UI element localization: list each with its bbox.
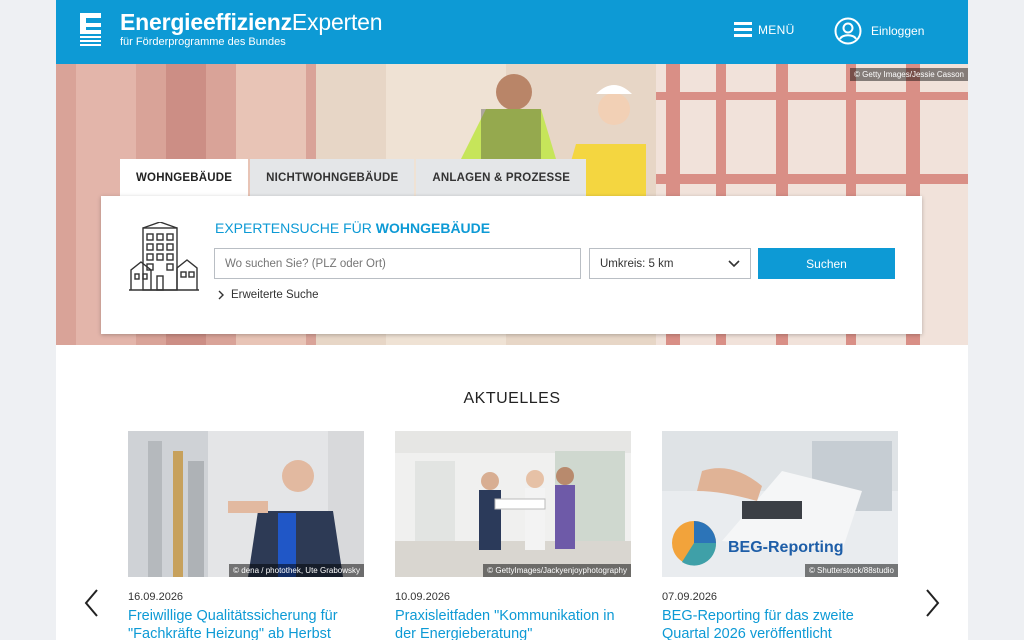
site-header: EnergieeffizienzExperten für Förderprogr… <box>56 0 968 64</box>
expert-search-panel: EXPERTENSUCHE FÜR WOHNGEBÄUDE Umkreis: 5… <box>101 196 922 334</box>
brand-title-bold: Energieeffizienz <box>120 9 292 35</box>
news-card-date: 10.09.2026 <box>395 591 451 603</box>
news-card-title[interactable]: Praxisleitfaden "Kommunikation in der En… <box>395 607 631 640</box>
news-photo-heating <box>128 431 364 577</box>
news-card[interactable]: © dena / photothek, Ute Grabowsky 16.09.… <box>128 431 364 640</box>
search-heading: EXPERTENSUCHE FÜR WOHNGEBÄUDE <box>215 220 490 236</box>
house-building-icon <box>129 222 199 291</box>
login-button[interactable]: Einloggen <box>834 17 924 45</box>
tab-nichtwohngebaeude[interactable]: NICHTWOHNGEBÄUDE <box>250 159 415 196</box>
news-card-credit: © Shutterstock/88studio <box>804 564 898 577</box>
building-type-tabs: WOHNGEBÄUDE NICHTWOHNGEBÄUDE ANLAGEN & P… <box>120 159 588 196</box>
news-card-date: 16.09.2026 <box>128 591 184 603</box>
news-photo-consulting <box>395 431 631 577</box>
login-label: Einloggen <box>871 24 925 38</box>
news-card[interactable]: © Shutterstock/88studio BEG-Reporting 07… <box>662 431 898 640</box>
news-card-title[interactable]: Freiwillige Qualitätssicherung für "Fach… <box>128 607 364 640</box>
hero-credit: © Getty Images/Jessie Casson <box>850 68 968 81</box>
news-card-image[interactable]: © dena / photothek, Ute Grabowsky <box>128 431 364 577</box>
advanced-search-label: Erweiterte Suche <box>231 289 319 301</box>
news-card-image[interactable]: © Shutterstock/88studio BEG-Reporting <box>662 431 898 577</box>
news-card-credit: © dena / photothek, Ute Grabowsky <box>229 564 364 577</box>
news-card-credit: © GettyImages/Jackyenjoyphotography <box>483 564 631 577</box>
page: EnergieeffizienzExperten für Förderprogr… <box>56 0 968 640</box>
brand-title-regular: Experten <box>291 9 383 35</box>
news-card-image-label: BEG-Reporting <box>728 539 844 556</box>
news-card-title[interactable]: BEG-Reporting für das zweite Quartal 202… <box>662 607 898 640</box>
news-card[interactable]: © GettyImages/Jackyenjoyphotography 10.0… <box>395 431 631 640</box>
news-card-image[interactable]: © GettyImages/Jackyenjoyphotography <box>395 431 631 577</box>
user-icon <box>834 17 862 45</box>
chevron-down-icon <box>728 259 740 267</box>
hamburger-icon <box>734 22 752 37</box>
arrow-left-icon[interactable] <box>82 588 102 618</box>
menu-label: MENÜ <box>758 22 795 37</box>
search-heading-highlight: WOHNGEBÄUDE <box>375 220 491 236</box>
tab-wohngebaeude[interactable]: WOHNGEBÄUDE <box>120 159 249 196</box>
radius-select[interactable]: Umkreis: 5 km <box>589 248 751 279</box>
menu-button[interactable]: MENÜ <box>734 22 795 37</box>
search-heading-prefix: EXPERTENSUCHE FÜR <box>215 220 376 236</box>
location-search-input[interactable] <box>214 248 581 279</box>
logo-e-icon[interactable] <box>80 13 101 46</box>
arrow-right-icon[interactable] <box>922 588 942 618</box>
chevron-right-icon <box>218 290 224 300</box>
radius-select-value: Umkreis: 5 km <box>600 257 674 270</box>
brand-title[interactable]: EnergieeffizienzExperten <box>120 8 383 36</box>
advanced-search-toggle[interactable]: Erweiterte Suche <box>218 289 319 301</box>
brand-subtitle: für Förderprogramme des Bundes <box>120 36 286 48</box>
tab-anlagen-prozesse[interactable]: ANLAGEN & PROZESSE <box>416 159 587 196</box>
search-button[interactable]: Suchen <box>758 248 895 279</box>
news-card-date: 07.09.2026 <box>662 591 718 603</box>
news-heading: AKTUELLES <box>463 390 561 407</box>
